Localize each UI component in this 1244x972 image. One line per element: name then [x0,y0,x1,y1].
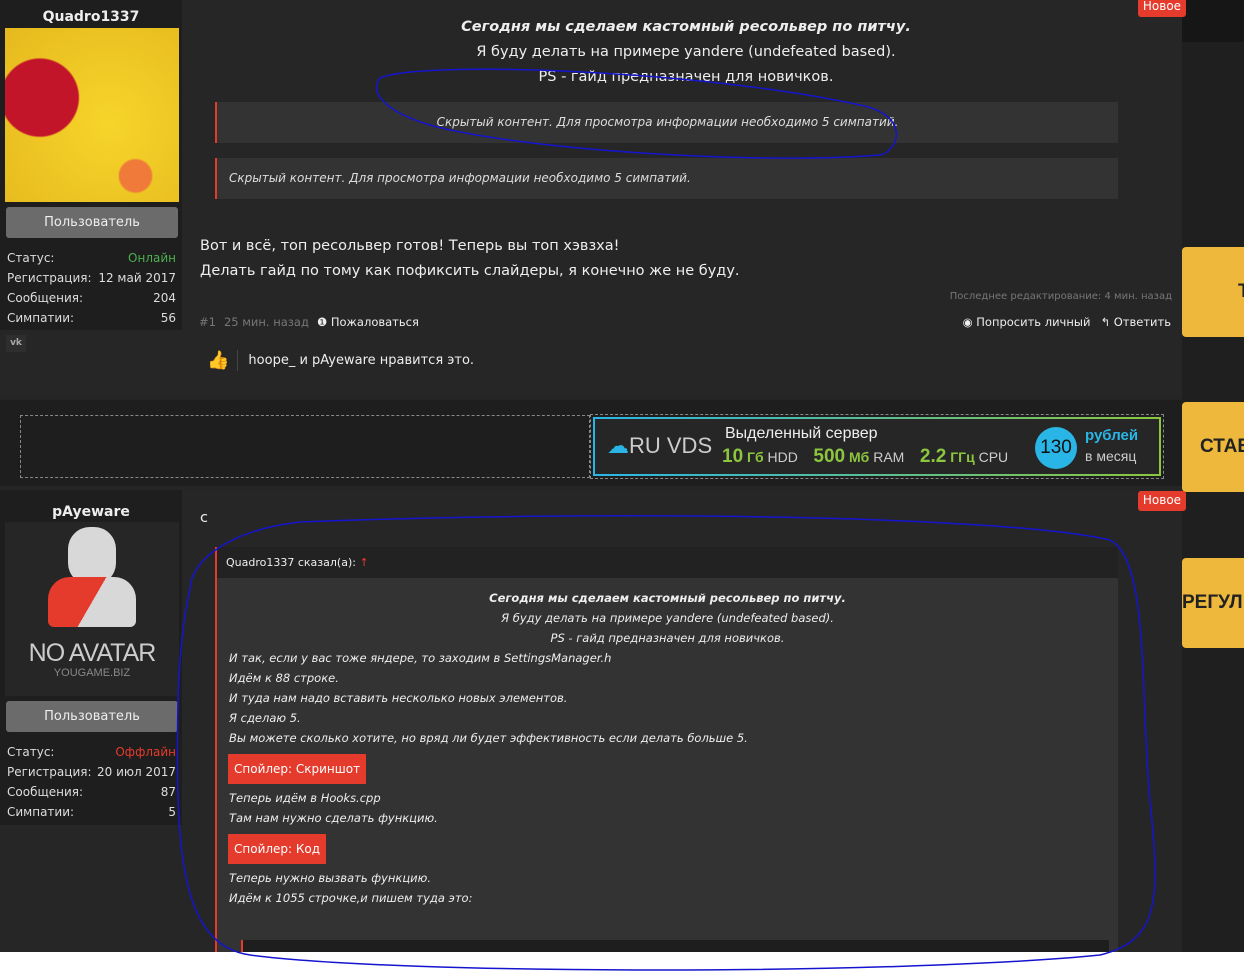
cpu-unit: ГГц [950,449,975,465]
warning-icon: ❶ [316,315,328,329]
post-1: Quadro1337 Пользователь Статус: Онлайн Ре… [0,0,1186,395]
hidden-content: Скрытый контент. Для просмотра информаци… [215,102,1118,143]
side-banner-3[interactable]: РЕГУЛ [1182,558,1244,648]
likes-value: 56 [160,311,176,325]
post-line: PS - гайд предназначен для новичков. [538,69,834,85]
thumbs-up-icon: 👍 [207,350,239,371]
hdd-unit: Гб [747,449,764,465]
post-text: c [200,510,208,526]
price-period: в месяц [1085,448,1137,464]
quote-block: Quadro1337 сказал(а): ↑ Сегодня мы сдела… [215,547,1118,952]
quote-header[interactable]: Quadro1337 сказал(а): ↑ [217,547,1118,578]
quote-author: Quadro1337 сказал(а): [226,556,356,569]
status-value: Онлайн [128,251,176,265]
post-line: Сегодня мы сделаем кастомный ресольвер п… [461,19,911,35]
username[interactable]: Quadro1337 [0,9,182,25]
quote-line: Идём к 1055 строчке,и пишем туда это: [229,891,473,905]
post-time[interactable]: 25 мин. назад [224,315,309,329]
cloud-icon: ☁ [607,433,629,458]
ram-value: 500 [813,446,846,467]
new-badge: Новое [1138,491,1186,511]
eye-icon: ◉ [962,315,973,329]
messages-label: Сообщения: [7,785,84,799]
quote-line: Теперь идём в Hooks.cpp [229,791,381,805]
reply-label: Ответить [1113,315,1171,329]
reg-value: 20 июл 2017 [96,765,176,779]
reg-label: Регистрация: [7,765,92,779]
quote-line: Вы можете сколько хотите, но вряд ли буд… [229,731,748,745]
side-banner-text: Т [1238,281,1244,302]
ram-label: RAM [873,449,905,465]
user-role: Пользователь [6,701,178,732]
side-banner-text: РЕГУЛ [1182,592,1243,613]
ram-unit: Мб [849,449,870,465]
messages-value: 87 [160,785,176,799]
spoiler-screenshot-button[interactable]: Спойлер: Скриншот [228,754,367,784]
quote-line: PS - гайд предназначен для новичков. [550,631,785,645]
status-value: Оффлайн [115,745,176,759]
price-unit: рублей [1085,427,1139,444]
hdd-label: HDD [767,449,798,465]
cpu-value: 2.2 [919,446,947,467]
quote-line: Там нам нужно сделать функцию. [229,811,438,825]
status-label: Статус: [7,251,55,265]
hidden-content: Скрытый контент. Для просмотра информаци… [215,158,1118,199]
username[interactable]: pAyeware [0,504,182,520]
avatar[interactable] [5,28,179,202]
report-link[interactable]: ❶ Пожаловаться [317,315,419,329]
quote-line: Я сделаю 5. [229,711,301,725]
reg-value: 12 май 2017 [98,271,176,285]
last-edited: Последнее редактирование: 4 мин. назад [949,291,1172,302]
avatar[interactable]: NO AVATAR YOUGAME.BIZ [5,522,179,696]
quote-line: Теперь нужно вызвать функцию. [229,871,431,885]
avatar-logo-sub: YOUGAME.BIZ [53,667,131,679]
ruvds-ad[interactable]: ☁RU VDS Выделенный сервер 10 Гб HDD 500 … [590,414,1164,479]
quote-line: Сегодня мы сделаем кастомный ресольвер п… [489,591,846,605]
private-label: Попросить личный [976,315,1091,329]
likes-label: Симпатии: [7,805,75,819]
private-request-link[interactable]: ◉ Попросить личный [963,315,1091,329]
quote-line: Я буду делать на примере yandere (undefe… [501,611,834,625]
user-role: Пользователь [6,207,178,238]
likes-value: 5 [168,805,176,819]
post-line: Я буду делать на примере yandere (undefe… [476,44,896,60]
arrow-up-icon[interactable]: ↑ [359,556,368,569]
likes-summary[interactable]: hoope_ и pAyeware нравится это. [248,353,474,368]
report-label: Пожаловаться [330,315,419,329]
quote-line: И туда нам надо вставить несколько новых… [229,691,568,705]
hdd-value: 10 [722,446,744,467]
ruvds-logo: ☁RU VDS [607,433,713,458]
avatar-logo-text: NO AVATAR [28,639,157,667]
messages-value: 204 [153,291,176,305]
spoiler-code-button[interactable]: Спойлер: Код [228,834,327,864]
side-banner-2[interactable]: СТАВ [1182,402,1244,492]
vk-icon[interactable]: vk [6,335,26,352]
reply-link[interactable]: ↰ Ответить [1100,315,1171,329]
ad-slot-empty [20,415,590,478]
price-badge: 130 [1035,427,1077,469]
user-stats: Статус: Оффлайн Регистрация: 20 июл 2017 С… [0,738,182,825]
reply-icon: ↰ [1100,315,1111,329]
ad-title: Выделенный сервер [725,425,878,442]
ad-row: ☁RU VDS Выделенный сервер 10 Гб HDD 500 … [0,400,1182,486]
cpu-label: CPU [978,449,1009,465]
quote-line: И так, если у вас тоже яндере, то заходи… [229,651,612,665]
quote-line: Идём к 88 строке. [229,671,339,685]
post-line: Вот и всё, топ ресольвер готов! Теперь в… [200,238,620,254]
user-stats: Статус: Онлайн Регистрация: 12 май 2017 Со… [0,244,182,330]
code-block [241,940,1109,952]
side-banner-1[interactable]: Т [1182,247,1244,337]
post-line: Делать гайд по тому как пофиксить слайде… [200,263,740,279]
reg-label: Регистрация: [7,271,92,285]
side-banner-text: СТАВ [1200,436,1244,457]
post-number[interactable]: #1 [199,315,216,329]
likes-label: Симпатии: [7,311,75,325]
status-label: Статус: [7,745,55,759]
messages-label: Сообщения: [7,291,84,305]
